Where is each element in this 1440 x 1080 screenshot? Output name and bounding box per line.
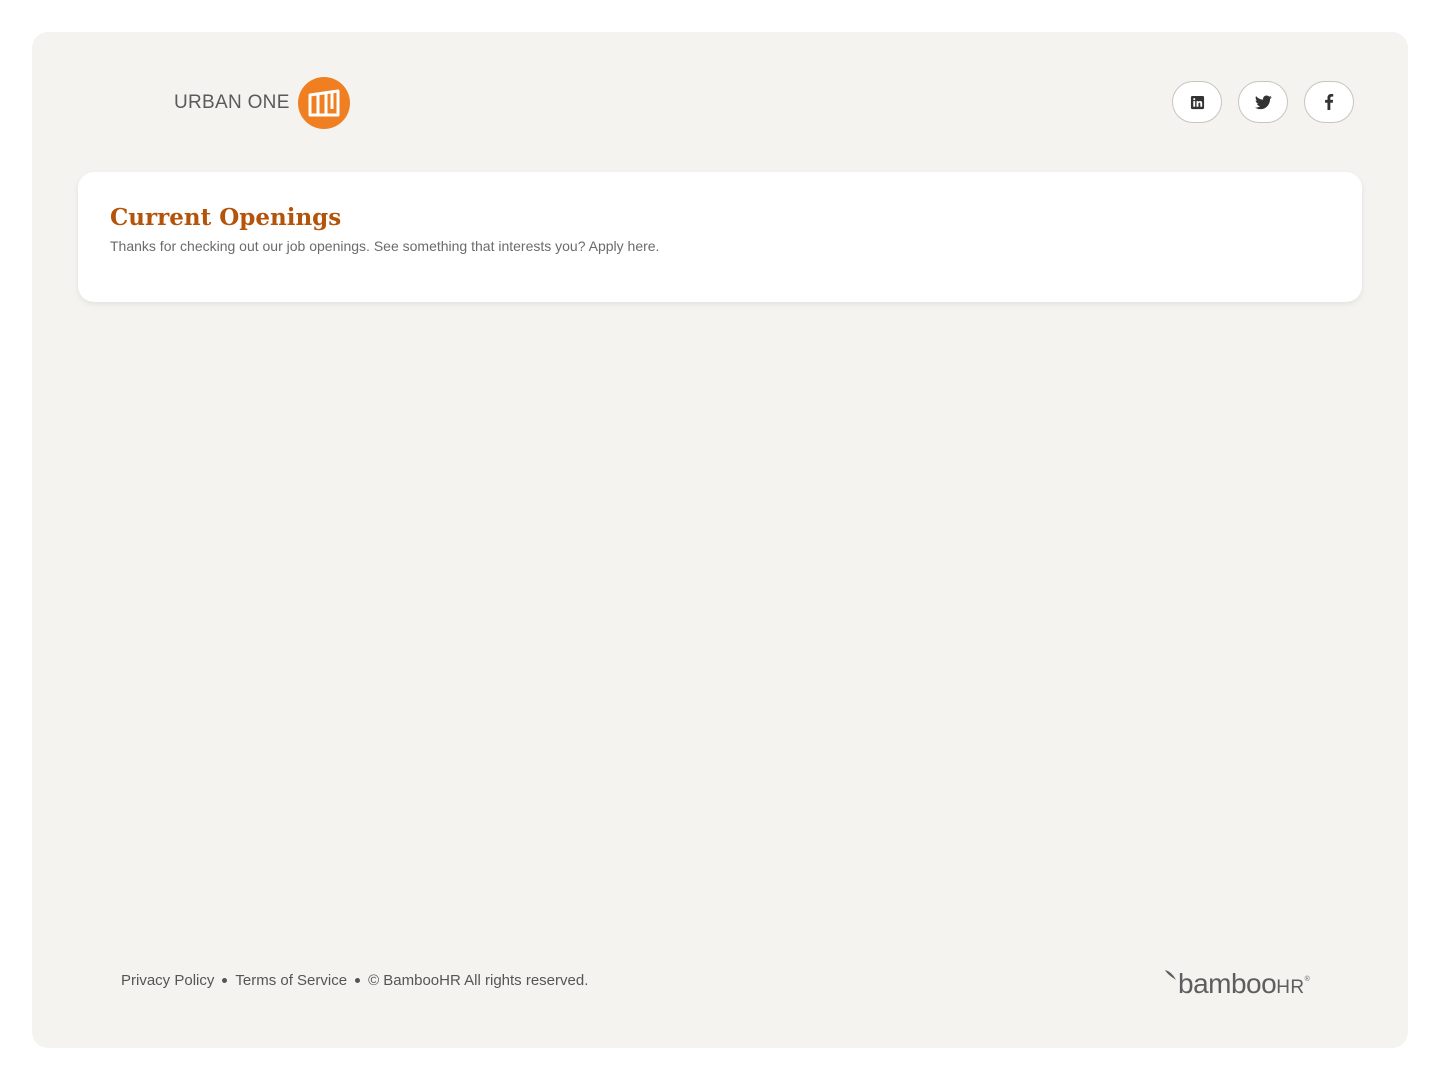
terms-of-service-link[interactable]: Terms of Service xyxy=(235,972,347,989)
twitter-icon xyxy=(1254,94,1272,109)
linkedin-button[interactable] xyxy=(1172,81,1222,123)
company-logo-icon xyxy=(297,77,350,129)
separator-dot xyxy=(222,978,228,983)
facebook-button[interactable] xyxy=(1304,81,1354,123)
separator-dot xyxy=(355,978,361,983)
social-links xyxy=(1172,81,1354,123)
openings-subtitle: Thanks for checking out our job openings… xyxy=(110,238,660,254)
linkedin-icon xyxy=(1190,95,1204,109)
company-name: URBAN ONE xyxy=(174,92,290,113)
footer-links: Privacy Policy Terms of Service © Bamboo… xyxy=(121,972,588,989)
trademark-symbol: ® xyxy=(1304,976,1310,983)
bamboohr-suffix: HR xyxy=(1276,977,1305,998)
bamboohr-logo[interactable]: bamboo HR ® xyxy=(1164,968,1310,1000)
page-frame: URBAN ONE Current Openings Thanks for ch… xyxy=(32,32,1408,1048)
openings-title: Current Openings xyxy=(110,204,342,231)
twitter-button[interactable] xyxy=(1238,81,1288,123)
privacy-policy-link[interactable]: Privacy Policy xyxy=(121,972,214,989)
bamboo-leaf-icon xyxy=(1165,970,1176,980)
openings-card: Current Openings Thanks for checking out… xyxy=(78,172,1362,302)
bamboohr-wordmark: bamboo xyxy=(1178,968,1277,999)
facebook-icon xyxy=(1325,94,1334,110)
copyright-text: © BambooHR All rights reserved. xyxy=(368,972,589,989)
company-logo[interactable]: URBAN ONE xyxy=(174,76,350,130)
header: URBAN ONE xyxy=(32,32,1408,172)
